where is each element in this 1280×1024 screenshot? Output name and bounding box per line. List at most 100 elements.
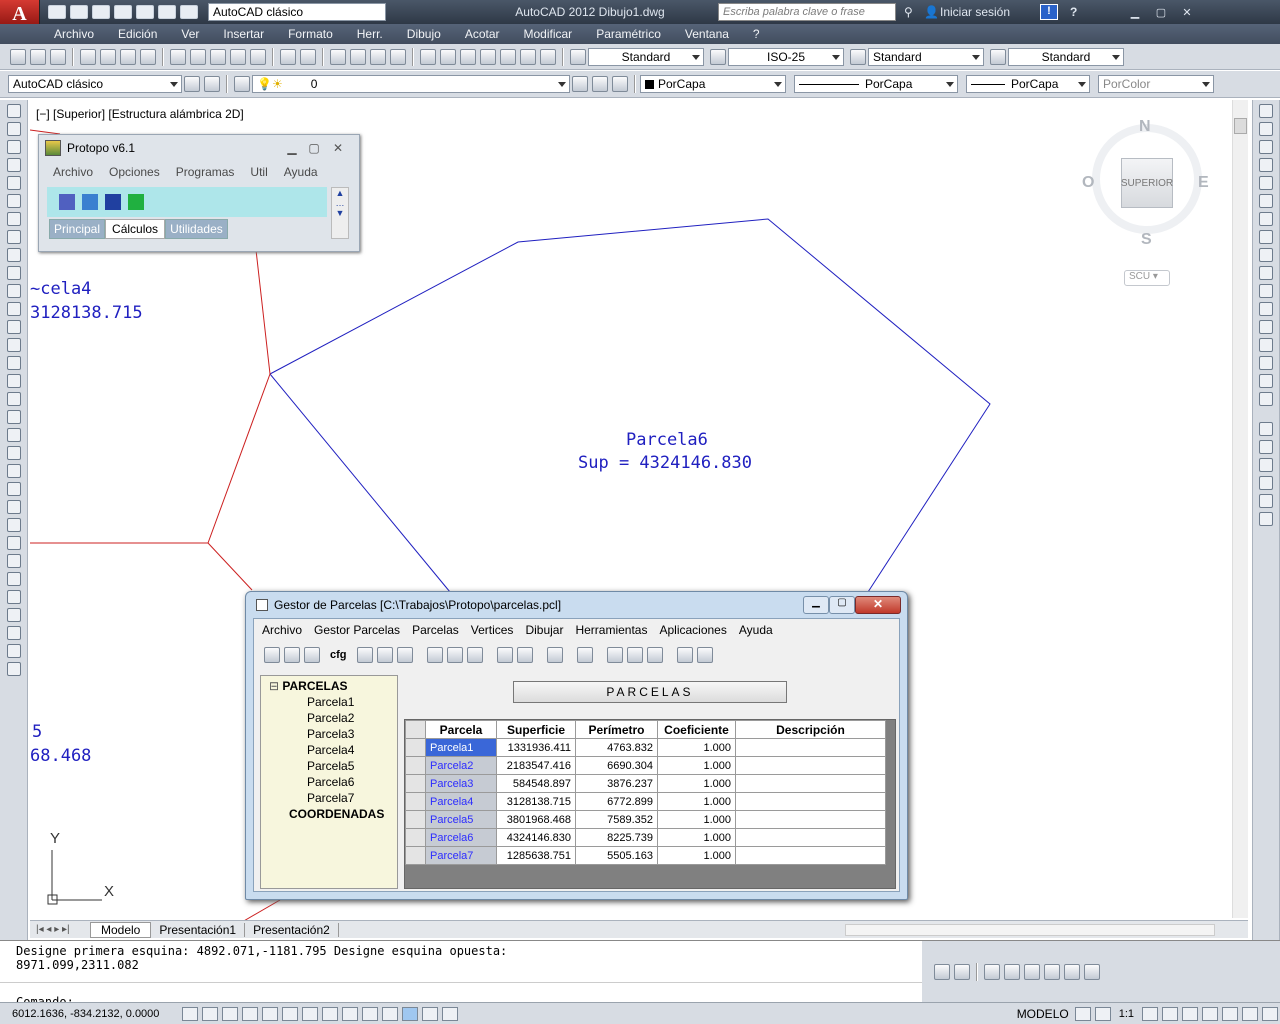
tool-icon-1[interactable] — [59, 194, 75, 210]
offset-icon[interactable] — [6, 536, 21, 550]
cell-descripcion[interactable] — [735, 846, 886, 865]
horizontal-scrollbar[interactable] — [844, 923, 1215, 936]
model-space[interactable]: MODELO — [1013, 1007, 1073, 1021]
ellipse-icon[interactable] — [6, 266, 21, 280]
gmenu-aplicaciones[interactable]: Aplicaciones — [653, 623, 732, 637]
menu-ventana[interactable]: Ventana — [673, 27, 741, 41]
binoculars-icon[interactable]: ⚲ — [904, 5, 918, 19]
cell-parcela[interactable]: Parcela3 — [425, 774, 497, 793]
save-icon[interactable] — [954, 963, 970, 980]
move-icon[interactable] — [6, 572, 21, 586]
parcelas-header-button[interactable]: PARCELAS — [513, 681, 787, 703]
scale-icon[interactable] — [6, 608, 21, 622]
new-icon[interactable] — [10, 48, 26, 65]
cell-coeficiente[interactable]: 1.000 — [657, 846, 736, 865]
tool-icon-4[interactable] — [128, 194, 144, 210]
publish-icon[interactable] — [120, 48, 136, 65]
gmenu-gestor[interactable]: Gestor Parcelas — [308, 623, 406, 637]
cell-perimetro[interactable]: 6772.899 — [575, 792, 658, 811]
protopo-menu-util[interactable]: Util — [242, 165, 275, 179]
mirror-icon[interactable] — [1259, 140, 1273, 154]
extend-icon[interactable] — [1259, 284, 1273, 298]
join-icon[interactable] — [1259, 320, 1273, 334]
properties-icon[interactable] — [420, 48, 436, 65]
ducs-icon[interactable] — [342, 1006, 358, 1021]
cell-perimetro[interactable]: 7589.352 — [575, 810, 658, 829]
menu-parametrico[interactable]: Paramétrico — [584, 27, 673, 41]
gmenu-ayuda[interactable]: Ayuda — [733, 623, 779, 637]
array-icon[interactable] — [1259, 176, 1273, 190]
mleaderstyle-icon[interactable] — [990, 48, 1006, 65]
rectangle-icon[interactable] — [6, 176, 21, 190]
maximize-button[interactable]: ▢ — [829, 596, 855, 614]
tab-nav-arrows[interactable]: |◂ ◂ ▸ ▸| — [30, 924, 90, 935]
viewcube-north[interactable]: N — [1139, 118, 1151, 136]
table-row[interactable]: Parcela7 1285638.751 5505.163 1.000 — [405, 846, 886, 865]
col-coeficiente[interactable]: Coeficiente — [657, 720, 736, 739]
erase-icon[interactable] — [6, 482, 21, 496]
table-row[interactable]: Parcela3 584548.897 3876.237 1.000 — [405, 774, 886, 793]
row-header[interactable] — [405, 738, 426, 757]
redo-icon[interactable] — [180, 5, 198, 19]
copy-icon[interactable] — [1259, 122, 1273, 136]
scale-icon[interactable] — [1259, 230, 1273, 244]
make-current-icon[interactable] — [572, 76, 588, 92]
move-icon[interactable] — [1259, 194, 1273, 208]
minimize-button[interactable]: ▁ — [1122, 4, 1148, 20]
cell-parcela[interactable]: Parcela7 — [425, 846, 497, 865]
cell-superficie[interactable]: 4324146.830 — [496, 828, 576, 847]
gestor-titlebar[interactable]: Gestor de Parcelas [C:\Trabajos\Protopo\… — [246, 592, 907, 618]
copy-icon[interactable] — [190, 48, 206, 65]
offset-icon[interactable] — [1259, 158, 1273, 172]
help-icon[interactable]: ? — [1070, 5, 1090, 19]
cell-perimetro[interactable]: 4763.832 — [575, 738, 658, 757]
dimstyle-icon[interactable] — [710, 48, 726, 65]
tree-item[interactable]: Parcela2 — [269, 710, 397, 726]
make-block-icon[interactable] — [6, 320, 21, 334]
cell-parcela[interactable]: Parcela5 — [425, 810, 497, 829]
cell-perimetro[interactable]: 5505.163 — [575, 846, 658, 865]
table-row[interactable]: Parcela1 1331936.411 4763.832 1.000 — [405, 738, 886, 757]
table-row[interactable]: Parcela6 4324146.830 8225.739 1.000 — [405, 828, 886, 847]
rotate-icon[interactable] — [1259, 212, 1273, 226]
minimize-button[interactable]: ▁ — [281, 135, 303, 161]
isolate-icon[interactable] — [1242, 1006, 1258, 1021]
exchange-icon[interactable]: ! — [1040, 4, 1058, 20]
grid-icon-3[interactable] — [396, 647, 413, 663]
autoscale-icon[interactable] — [1162, 1006, 1178, 1021]
viewcube-west[interactable]: O — [1082, 174, 1094, 192]
tree-item[interactable]: Parcela5 — [269, 758, 397, 774]
viewcube-face[interactable]: SUPERIOR — [1121, 158, 1173, 208]
3dprint-icon[interactable] — [140, 48, 156, 65]
save-icon[interactable] — [304, 647, 320, 663]
infer-icon[interactable] — [182, 1006, 198, 1021]
revcloud-icon[interactable] — [6, 230, 21, 244]
close-button[interactable]: ✕ — [855, 596, 901, 614]
maximize-button[interactable]: ▢ — [1148, 4, 1174, 20]
table-style-select[interactable]: Standard — [868, 47, 984, 66]
circle-icon[interactable] — [6, 212, 21, 226]
new-icon[interactable] — [264, 647, 280, 663]
draworder-icon[interactable] — [1259, 422, 1273, 436]
protopo-titlebar[interactable]: Protopo v6.1 ▁ ▢ ✕ — [39, 135, 359, 161]
col-superficie[interactable]: Superficie — [496, 720, 576, 739]
save-icon[interactable] — [50, 48, 66, 65]
customize-icon[interactable] — [204, 76, 220, 92]
sc-icon[interactable] — [442, 1006, 458, 1021]
cell-coeficiente[interactable]: 1.000 — [657, 756, 736, 775]
gear-icon[interactable] — [184, 76, 200, 92]
mtext-icon[interactable] — [6, 428, 21, 442]
stretch-icon[interactable] — [6, 626, 21, 640]
cut-icon[interactable] — [170, 48, 186, 65]
gradient-icon[interactable] — [6, 374, 21, 388]
menu-formato[interactable]: Formato — [276, 27, 345, 41]
cell-parcela[interactable]: Parcela1 — [425, 738, 497, 757]
lineweight-select[interactable]: PorCapa — [966, 75, 1090, 93]
grid-icon-4[interactable] — [426, 647, 443, 663]
workspace-icon[interactable] — [1182, 1006, 1198, 1021]
help-icon[interactable] — [540, 48, 556, 65]
lwt-icon[interactable] — [382, 1006, 398, 1021]
palette-icon[interactable] — [1044, 963, 1060, 980]
viewcube-east[interactable]: E — [1198, 174, 1209, 192]
cell-superficie[interactable]: 3128138.715 — [496, 792, 576, 811]
